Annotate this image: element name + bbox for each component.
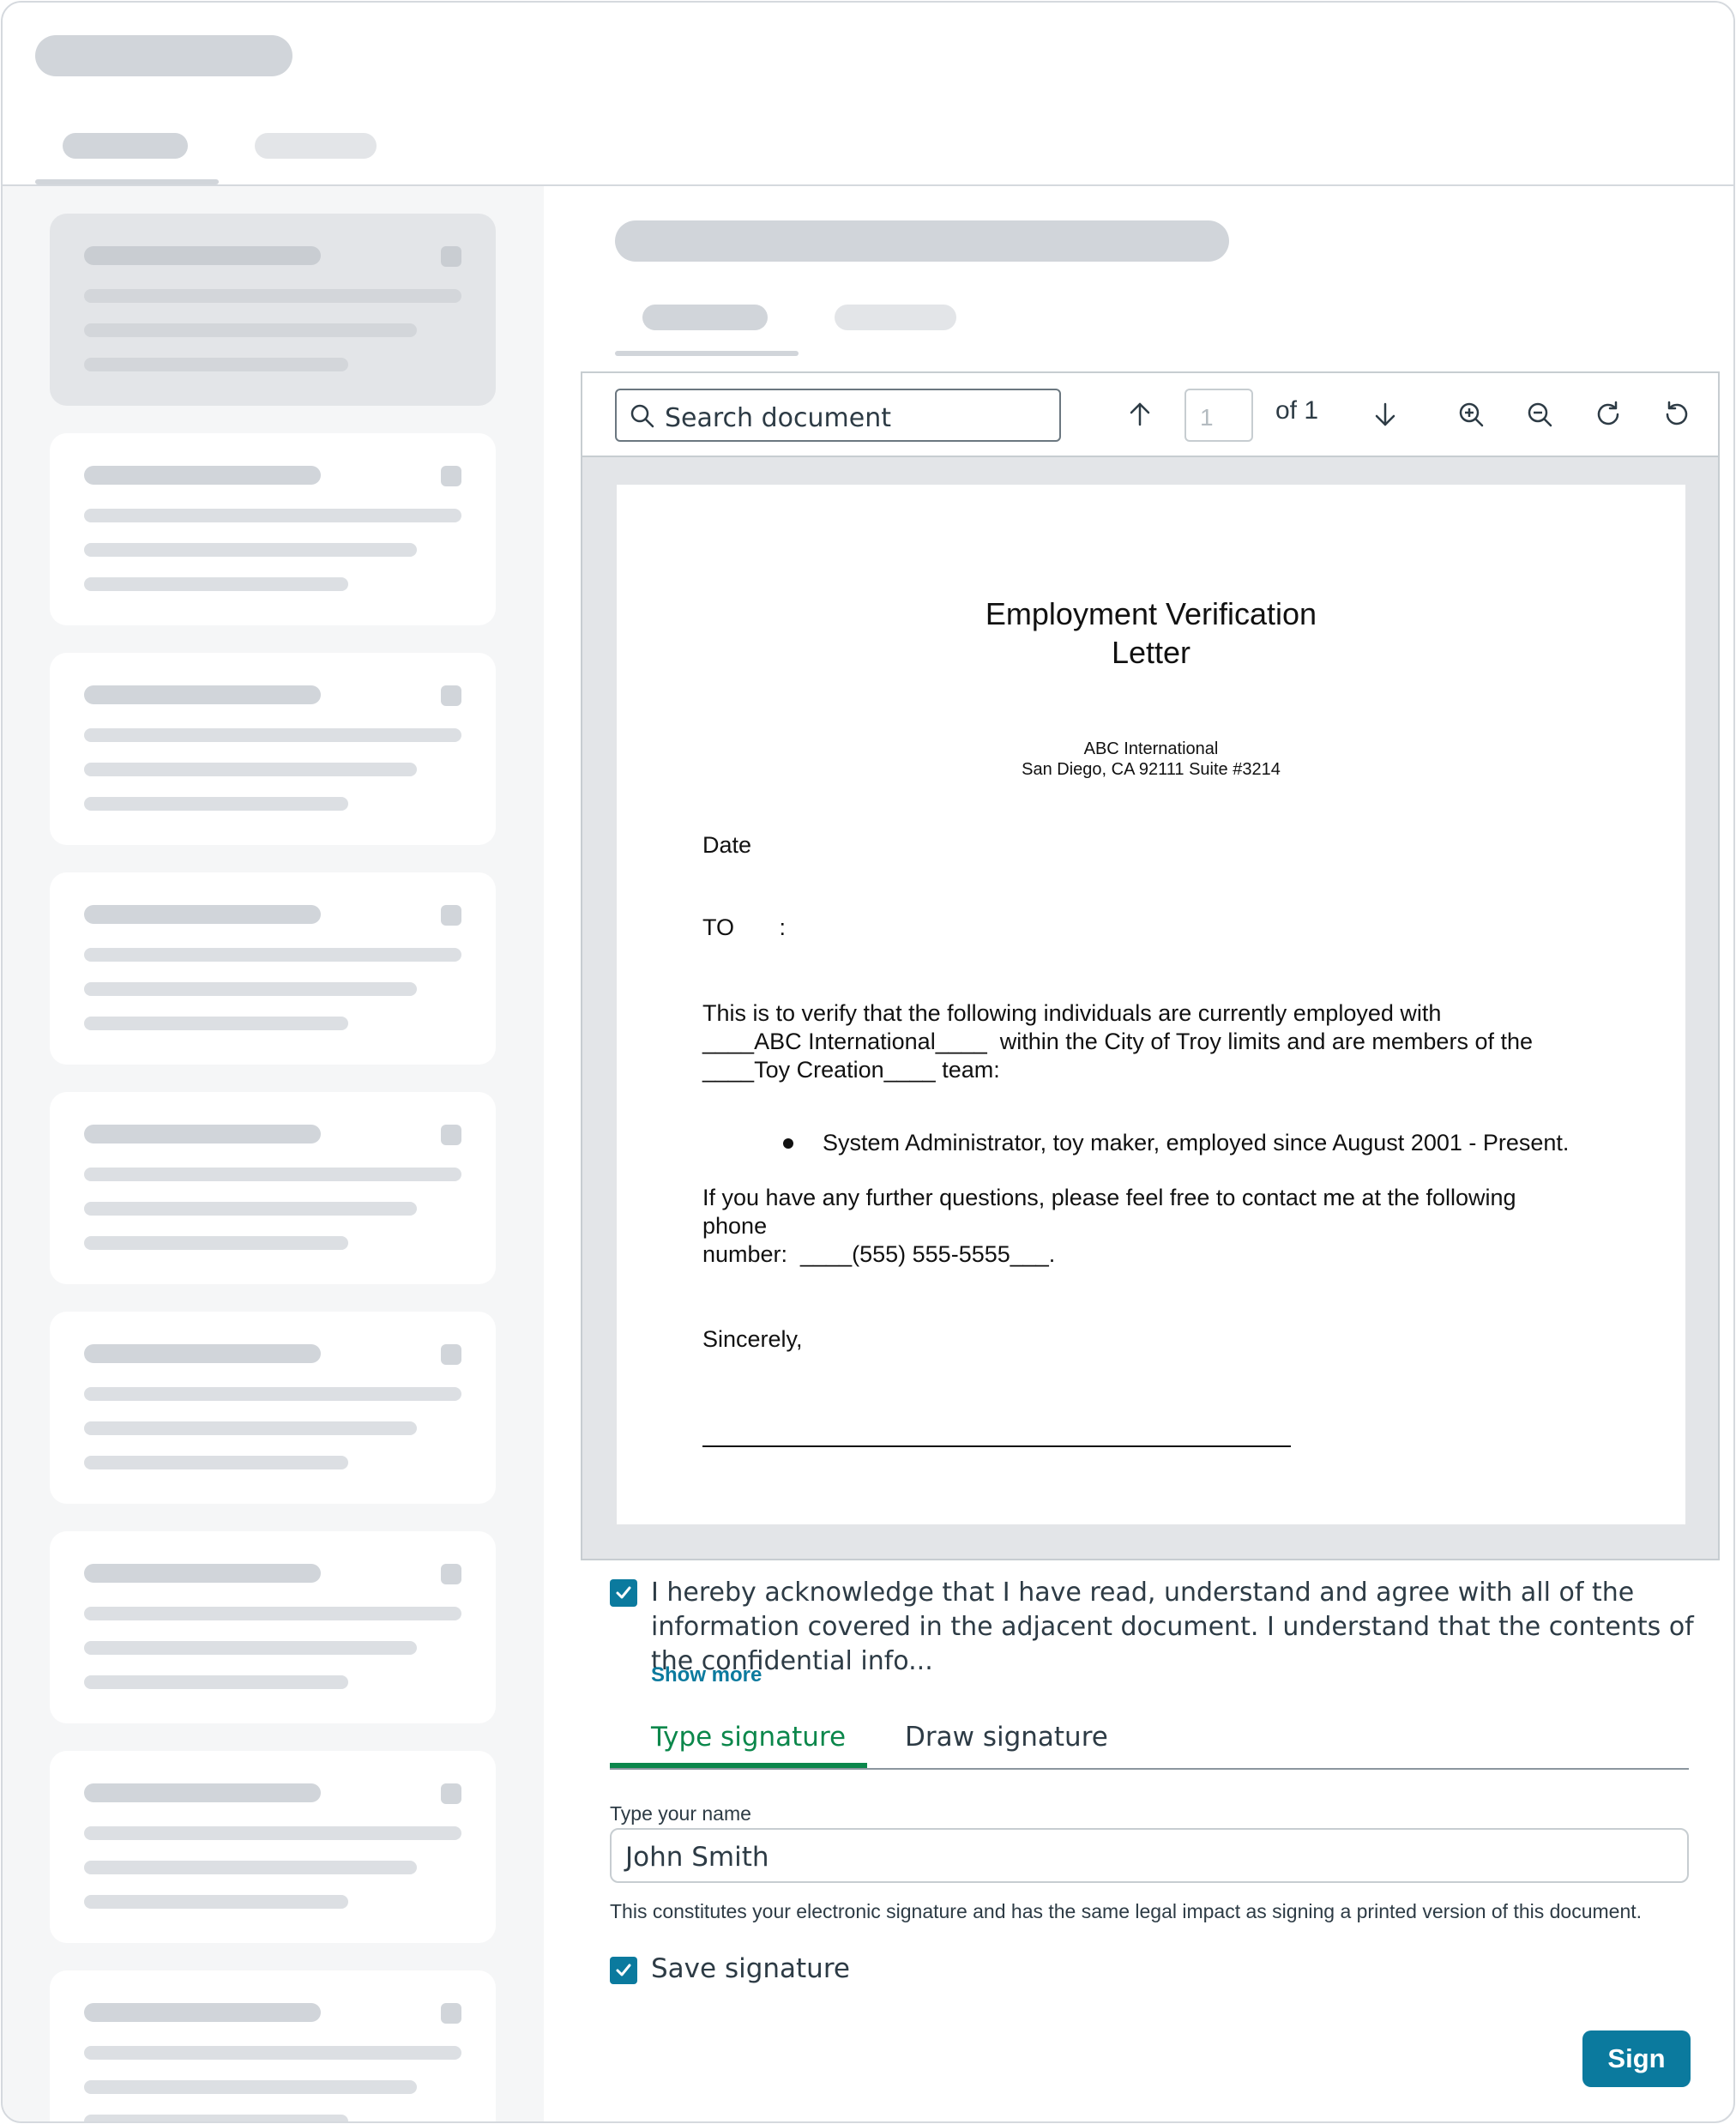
page-title-placeholder: [615, 220, 1229, 262]
paragraph-1-line-2: ____ABC International____ within the Cit…: [702, 1029, 1533, 1054]
main-tab-placeholder-1[interactable]: [642, 305, 768, 330]
rotate-counterclockwise-icon: [1666, 401, 1688, 425]
app-title-placeholder: [35, 35, 292, 76]
paragraph-2-line-1: If you have any further questions, pleas…: [702, 1185, 1516, 1210]
search-placeholder: Search document: [665, 403, 891, 433]
name-field[interactable]: John Smith: [610, 1828, 1689, 1883]
checkmark-icon: [616, 1964, 631, 1976]
acknowledge-checkbox[interactable]: [610, 1579, 637, 1607]
page-count-label: of 1: [1275, 396, 1319, 425]
company-name: ABC International: [1083, 739, 1219, 758]
show-more-link[interactable]: Show more: [651, 1663, 762, 1687]
top-tab-placeholder-2[interactable]: [255, 133, 377, 159]
main-tab-placeholder-2[interactable]: [835, 305, 956, 330]
previous-match-button[interactable]: [1118, 392, 1162, 437]
search-icon: [630, 404, 654, 428]
paragraph-2-line-2: phone: [702, 1213, 768, 1239]
sidebar-card[interactable]: [50, 1092, 496, 1284]
sidebar-card[interactable]: [50, 653, 496, 845]
page-number-input[interactable]: 1: [1184, 389, 1253, 442]
arrow-down-icon: [1375, 402, 1395, 426]
to-label: TO :: [702, 914, 787, 940]
sign-button[interactable]: Sign: [1582, 2030, 1691, 2087]
document-title: Employment Verification Letter: [617, 594, 1685, 672]
rotate-clockwise-icon: [1597, 401, 1619, 425]
checkmark-icon: [616, 1586, 631, 1599]
signature-tabs: Type signature Draw signature: [610, 1713, 1689, 1770]
tab-draw-signature[interactable]: Draw signature: [905, 1722, 1108, 1753]
search-input[interactable]: Search document: [615, 389, 1061, 442]
zoom-in-button[interactable]: [1449, 392, 1493, 437]
tab-type-signature[interactable]: Type signature: [651, 1722, 846, 1753]
date-label: Date: [702, 832, 752, 858]
active-tab-indicator: [610, 1763, 867, 1768]
document-title-line-1: Employment Verification: [985, 596, 1317, 631]
sidebar-card[interactable]: [50, 872, 496, 1065]
closing: Sincerely,: [702, 1326, 803, 1352]
rotate-clockwise-button[interactable]: [1586, 392, 1631, 437]
document-title-line-2: Letter: [1111, 635, 1191, 670]
zoom-out-icon: [1528, 402, 1552, 427]
main-tab-underline: [615, 351, 799, 356]
next-match-button[interactable]: [1363, 392, 1407, 437]
sidebar-card[interactable]: [50, 214, 496, 406]
arrow-up-icon: [1130, 402, 1150, 426]
paragraph-1-line-3: ____Toy Creation____ team:: [702, 1057, 1000, 1083]
viewer-toolbar: Search document 1 of 1: [582, 373, 1718, 457]
top-bar: [3, 3, 1733, 186]
top-tab-underline: [35, 179, 219, 184]
bullet-item: System Administrator, toy maker, employe…: [823, 1130, 1570, 1156]
name-field-label: Type your name: [610, 1802, 751, 1825]
sidebar-card[interactable]: [50, 1970, 496, 2121]
signature-hint: This constitutes your electronic signatu…: [610, 1900, 1643, 1922]
company-address-line: San Diego, CA 92111 Suite #3214: [1022, 760, 1281, 779]
paragraph-1-line-1: This is to verify that the following ind…: [702, 1000, 1442, 1026]
zoom-in-icon: [1459, 402, 1484, 427]
paragraph-2-line-3: number: ____(555) 555-5555___.: [702, 1241, 1056, 1267]
signature-line: [702, 1445, 1291, 1447]
save-signature-label[interactable]: Save signature: [651, 1953, 850, 1984]
sidebar: [3, 186, 544, 2121]
top-tab-placeholder-1[interactable]: [63, 133, 188, 159]
save-signature-checkbox[interactable]: [610, 1957, 637, 1984]
sidebar-card[interactable]: [50, 1531, 496, 1723]
rotate-counterclockwise-button[interactable]: [1655, 392, 1699, 437]
document-viewer: Search document 1 of 1 Employment Verifi…: [581, 371, 1720, 1560]
acknowledgement-text: I hereby acknowledge that I have read, u…: [651, 1578, 1694, 1676]
zoom-out-button[interactable]: [1517, 392, 1562, 437]
sidebar-card[interactable]: [50, 1751, 496, 1943]
sidebar-card[interactable]: [50, 433, 496, 625]
document-page: Employment Verification Letter ABC Inter…: [617, 485, 1685, 1524]
bullet-point: [783, 1138, 793, 1149]
sidebar-card[interactable]: [50, 1312, 496, 1504]
app-window: Search document 1 of 1 Employment Verifi…: [1, 1, 1735, 2123]
company-address: ABC International San Diego, CA 92111 Su…: [617, 739, 1685, 780]
